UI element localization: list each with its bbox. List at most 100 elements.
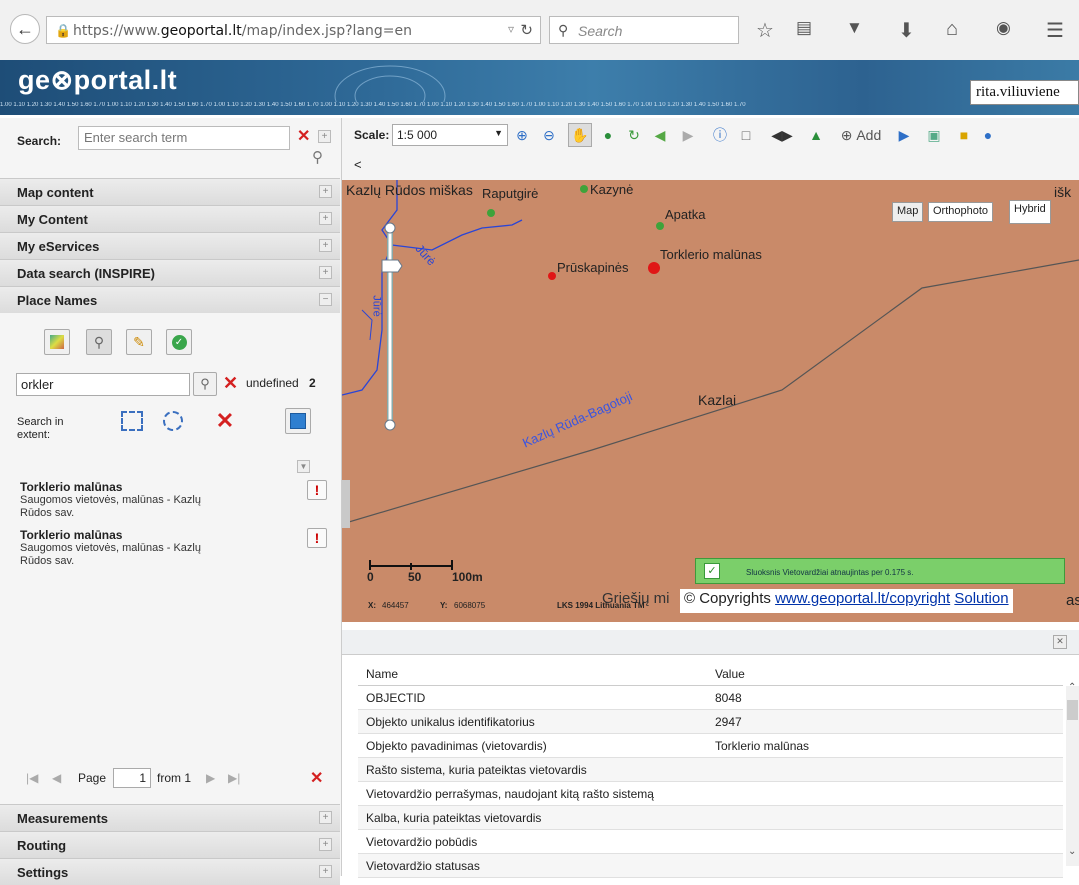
- close-results-icon[interactable]: ✕: [310, 768, 323, 788]
- table-scrollbar[interactable]: ⌃ ⌄: [1066, 682, 1079, 866]
- map-label: Kazlų Rūdos miškas: [346, 182, 473, 198]
- reload-icon[interactable]: ↻: [520, 21, 533, 39]
- table-row[interactable]: Vietovardžio pobūdis: [358, 830, 1063, 854]
- table-row[interactable]: Kalba, kuria pateiktas vietovardis: [358, 806, 1063, 830]
- section-map-content[interactable]: Map content +: [0, 178, 340, 205]
- chat-icon[interactable]: ◉: [996, 18, 1011, 38]
- scroll-up-icon[interactable]: ⌃: [1068, 682, 1076, 693]
- place-name-input[interactable]: orkler: [16, 373, 190, 396]
- section-my-content[interactable]: My Content +: [0, 205, 340, 232]
- reading-list-icon[interactable]: ▤: [796, 18, 812, 38]
- bookmark-star-icon[interactable]: ☆: [756, 18, 774, 43]
- section-measurements[interactable]: Measurements +: [0, 804, 340, 831]
- next-extent-icon[interactable]: ▶: [678, 125, 698, 145]
- dropdown-icon[interactable]: ▼: [297, 460, 310, 473]
- table-row[interactable]: Objekto pavadinimas (vietovardis) Torkler…: [358, 734, 1063, 758]
- map-nav-strip: <: [342, 152, 1079, 180]
- first-page-icon[interactable]: |◀: [26, 771, 38, 785]
- layer-hybrid-button[interactable]: Hybrid: [1009, 200, 1051, 224]
- chevron-down-icon[interactable]: ▿: [508, 22, 514, 36]
- export-icon[interactable]: ▶: [894, 125, 914, 145]
- site-logo[interactable]: ge⊗portal.lt: [18, 65, 177, 96]
- result-info-button[interactable]: !: [307, 480, 327, 500]
- search-tool-button[interactable]: ⚲: [86, 329, 112, 355]
- expand-icon[interactable]: +: [319, 239, 332, 252]
- lock-icon[interactable]: ■: [954, 125, 974, 145]
- search-icon[interactable]: ⚲: [312, 148, 323, 166]
- expand-icon[interactable]: +: [319, 838, 332, 851]
- edit-tool-button[interactable]: ✎: [126, 329, 152, 355]
- zoom-in-icon[interactable]: ⊕: [512, 125, 532, 145]
- map-view[interactable]: Kazlų Rūdos miškas Raputgirė Kazynė Apat…: [342, 180, 1079, 622]
- result-item[interactable]: Torklerio malūnas Saugomos vietovės, mal…: [20, 528, 280, 568]
- refresh-icon[interactable]: ↻: [624, 125, 644, 145]
- table-row[interactable]: OBJECTID 8048: [358, 686, 1063, 710]
- profile-icon[interactable]: ▲: [806, 125, 826, 145]
- address-bar[interactable]: 🔒 https://www.geoportal.lt/map/index.jsp…: [46, 16, 541, 44]
- result-info-button[interactable]: !: [307, 528, 327, 548]
- clear-place-icon[interactable]: ✕: [223, 373, 238, 394]
- clear-search-icon[interactable]: ✕: [297, 126, 310, 146]
- page-input[interactable]: 1: [113, 768, 151, 788]
- next-page-icon[interactable]: ▶: [206, 771, 215, 785]
- table-row[interactable]: Rašto sistema, kuria pateiktas vietovard…: [358, 758, 1063, 782]
- add-button[interactable]: ⊕ Add: [836, 125, 886, 145]
- download-icon[interactable]: ⬇: [898, 18, 915, 43]
- solution-link[interactable]: Solution: [954, 590, 1008, 607]
- place-search-button[interactable]: ⚲: [193, 372, 217, 396]
- expand-search-icon[interactable]: +: [318, 130, 331, 143]
- section-settings[interactable]: Settings +: [0, 858, 340, 885]
- user-name[interactable]: rita.viliuviene: [970, 80, 1079, 105]
- info-icon[interactable]: ⓘ: [710, 125, 730, 145]
- expand-icon[interactable]: +: [319, 811, 332, 824]
- pan-hand-icon[interactable]: ✋: [568, 123, 592, 147]
- layer-orthophoto-button[interactable]: Orthophoto: [928, 202, 994, 222]
- expand-icon[interactable]: +: [319, 212, 332, 225]
- search-placeholder: Search: [578, 23, 623, 39]
- table-row[interactable]: Objekto unikalus identifikatorius 2947: [358, 710, 1063, 734]
- section-routing[interactable]: Routing +: [0, 831, 340, 858]
- previous-extent-icon[interactable]: ◀: [650, 125, 670, 145]
- menu-icon[interactable]: ☰: [1046, 18, 1064, 43]
- extent-polygon-button[interactable]: [160, 408, 186, 434]
- back-arrow-icon[interactable]: ←: [10, 14, 40, 44]
- page-total: from 1: [157, 771, 192, 785]
- search-input[interactable]: Enter search term: [78, 126, 290, 150]
- table-row[interactable]: Vietovardžio statusas: [358, 854, 1063, 878]
- more-icon[interactable]: ●: [978, 125, 998, 145]
- extent-rectangle-button[interactable]: [119, 408, 145, 434]
- section-label: My eServices: [17, 239, 100, 254]
- browser-search-input[interactable]: ⚲ Search: [549, 16, 739, 44]
- expand-icon[interactable]: +: [319, 185, 332, 198]
- collapse-icon[interactable]: −: [319, 293, 332, 306]
- clear-extent-button[interactable]: ✕: [212, 408, 238, 434]
- print-icon[interactable]: □: [736, 125, 756, 145]
- section-data-search[interactable]: Data search (INSPIRE) +: [0, 259, 340, 286]
- scroll-thumb[interactable]: [1067, 700, 1078, 720]
- expand-icon[interactable]: +: [319, 865, 332, 878]
- table-row[interactable]: Vietovardžio perrašymas, naudojant kitą …: [358, 782, 1063, 806]
- layer-map-button[interactable]: Map: [892, 202, 924, 222]
- section-place-names[interactable]: Place Names −: [0, 286, 340, 313]
- pocket-icon[interactable]: ▼: [846, 18, 863, 38]
- confirm-tool-button[interactable]: ✓: [166, 329, 192, 355]
- scale-select[interactable]: 1:5 000 ▼: [392, 124, 508, 146]
- close-icon[interactable]: ✕: [1053, 635, 1067, 649]
- expand-icon[interactable]: +: [319, 266, 332, 279]
- chevron-left-icon[interactable]: <: [354, 157, 362, 172]
- prev-page-icon[interactable]: ◀: [52, 771, 61, 785]
- result-subtitle: Saugomos vietovės, malūnas - Kazlų: [20, 542, 201, 554]
- last-page-icon[interactable]: ▶|: [228, 771, 240, 785]
- globe-icon[interactable]: ●: [598, 125, 618, 145]
- cell-value: 2947: [715, 715, 742, 729]
- section-my-eservices[interactable]: My eServices +: [0, 232, 340, 259]
- result-item[interactable]: Torklerio malūnas Saugomos vietovės, mal…: [20, 480, 280, 520]
- swipe-icon[interactable]: ◀▶: [771, 125, 793, 145]
- scroll-down-icon[interactable]: ⌄: [1068, 846, 1076, 857]
- copyright-link[interactable]: www.geoportal.lt/copyright: [775, 590, 950, 607]
- zoom-out-icon[interactable]: ⊖: [539, 125, 559, 145]
- layers-icon[interactable]: ▣: [924, 125, 944, 145]
- save-extent-button[interactable]: [285, 408, 311, 434]
- layer-tool-button[interactable]: [44, 329, 70, 355]
- home-icon[interactable]: ⌂: [946, 18, 958, 41]
